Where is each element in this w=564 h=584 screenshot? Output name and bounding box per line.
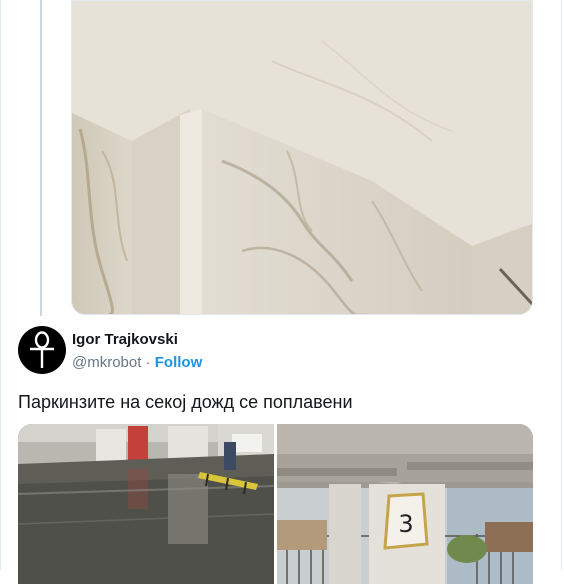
tweet-photo-parking-level[interactable]: 3 (277, 424, 533, 584)
tweet-text: Паркинзите на секој дожд се поплавени (18, 392, 353, 412)
thread-connector-line (40, 0, 42, 316)
parking-level-marker: 3 (398, 510, 413, 538)
author-handle[interactable]: @mkrobot (72, 354, 141, 371)
separator-dot: · (145, 354, 151, 371)
tweet-photo-flooded-parking[interactable] (18, 424, 274, 584)
ankh-icon (30, 331, 54, 368)
author-avatar[interactable] (18, 326, 66, 374)
author-handle-row: @mkrobot · Follow (72, 354, 202, 371)
previous-tweet-photo[interactable] (71, 0, 533, 315)
follow-link[interactable]: Follow (155, 354, 203, 371)
author-name[interactable]: Igor Trajkovski (72, 331, 178, 348)
